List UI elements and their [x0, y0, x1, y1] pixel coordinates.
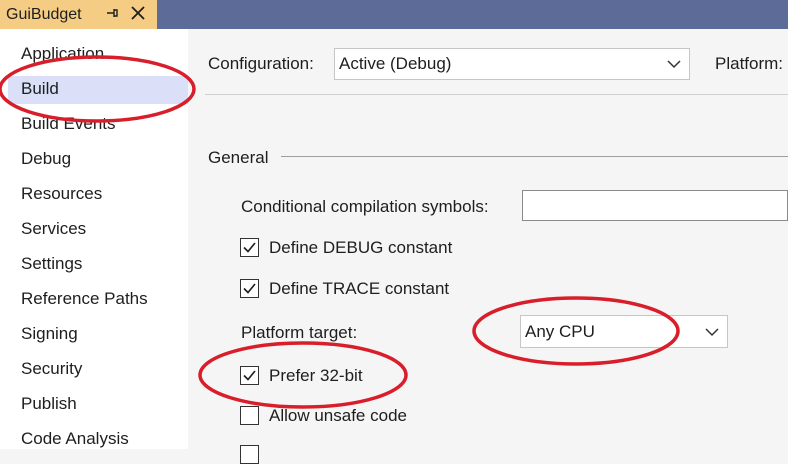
next-option-checkbox[interactable]	[240, 445, 259, 464]
define-debug-checkbox[interactable]	[240, 238, 259, 257]
configuration-label: Configuration:	[208, 54, 314, 73]
define-debug-label[interactable]: Define DEBUG constant	[269, 238, 452, 258]
configuration-dropdown[interactable]: Active (Debug)	[334, 48, 690, 80]
allow-unsafe-label[interactable]: Allow unsafe code	[269, 406, 407, 426]
general-section-divider	[281, 156, 788, 157]
sidebar-item-build-events[interactable]: Build Events	[21, 113, 116, 135]
conditional-symbols-label: Conditional compilation symbols:	[241, 197, 489, 216]
define-trace-label[interactable]: Define TRACE constant	[269, 279, 449, 299]
document-tab[interactable]: GuiBudget	[0, 0, 157, 29]
property-pages-sidebar: Application Build Build Events Debug Res…	[0, 29, 188, 449]
platform-target-dropdown[interactable]: Any CPU	[520, 315, 728, 348]
prefer-32bit-label[interactable]: Prefer 32-bit	[269, 366, 363, 386]
checkmark-icon	[243, 242, 256, 253]
platform-target-label: Platform target:	[241, 323, 358, 342]
allow-unsafe-checkbox[interactable]	[240, 406, 259, 425]
sidebar-item-code-analysis[interactable]: Code Analysis	[21, 428, 129, 450]
sidebar-item-services[interactable]: Services	[21, 218, 86, 240]
pin-icon[interactable]	[105, 5, 119, 24]
checkmark-icon	[243, 370, 256, 381]
sidebar-item-debug[interactable]: Debug	[21, 148, 71, 170]
sidebar-item-build[interactable]: Build	[21, 78, 59, 100]
sidebar-item-settings[interactable]: Settings	[21, 253, 82, 275]
checkmark-icon	[243, 283, 256, 294]
sidebar-item-resources[interactable]: Resources	[21, 183, 102, 205]
configuration-value: Active (Debug)	[339, 54, 452, 73]
sidebar-item-publish[interactable]: Publish	[21, 393, 77, 415]
sidebar-item-reference-paths[interactable]: Reference Paths	[21, 288, 148, 310]
chevron-down-icon	[667, 60, 681, 69]
define-trace-checkbox[interactable]	[240, 279, 259, 298]
document-tab-title: GuiBudget	[6, 5, 82, 23]
prefer-32bit-checkbox[interactable]	[240, 366, 259, 385]
sidebar-item-security[interactable]: Security	[21, 358, 82, 380]
close-icon[interactable]	[129, 3, 147, 23]
general-section-label: General	[208, 148, 269, 167]
header-divider	[205, 94, 788, 95]
platform-target-value: Any CPU	[525, 321, 595, 341]
conditional-symbols-input[interactable]	[522, 190, 788, 221]
platform-label: Platform:	[715, 54, 784, 73]
chevron-down-icon	[705, 327, 719, 336]
sidebar-item-signing[interactable]: Signing	[21, 323, 78, 345]
sidebar-item-application[interactable]: Application	[21, 43, 104, 65]
build-page: Configuration: Active (Debug) Platform: …	[188, 29, 788, 464]
